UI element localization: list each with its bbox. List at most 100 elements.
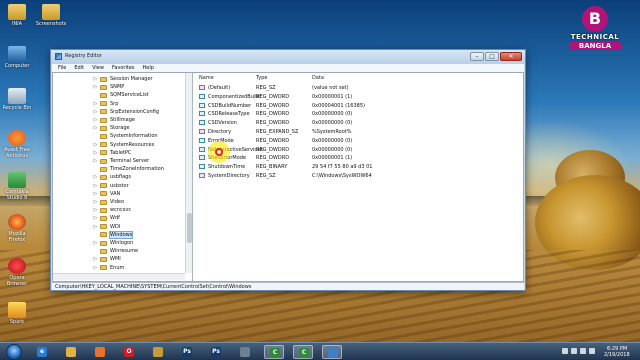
desktop-icon-inia[interactable]: INIA — [0, 4, 34, 27]
tree-item[interactable]: ▷ StillImage — [93, 116, 135, 124]
expand-arrow-icon[interactable]: ▷ — [93, 224, 98, 230]
value-row[interactable]: ShutdownTime REG_BINARY 29 54 f7 55 80 a9 … — [194, 163, 523, 171]
tree-item[interactable]: ▷ TabletPC — [93, 149, 132, 157]
desktop-icon-spark[interactable]: Spark — [0, 302, 34, 325]
menu-favorites[interactable]: Favorites — [108, 65, 139, 71]
tree-item[interactable]: SQMServiceList — [93, 91, 149, 99]
tree-item[interactable]: ▷ wcncsvc — [93, 206, 132, 214]
tree-horizontal-scrollbar[interactable] — [53, 273, 185, 280]
tree-item-label: Winlogon — [110, 240, 134, 246]
tree-item[interactable]: SystemInformation — [93, 132, 158, 140]
taskbar-app-internet-explorer[interactable]: e — [32, 345, 52, 359]
minimize-button[interactable]: – — [470, 52, 484, 61]
taskbar-app-regedit[interactable] — [322, 345, 342, 359]
tree-item[interactable]: ▷ Video — [93, 198, 124, 206]
menu-file[interactable]: File — [54, 65, 70, 71]
expand-arrow-icon[interactable]: ▷ — [93, 109, 98, 115]
expand-arrow-icon[interactable]: ▷ — [93, 117, 98, 123]
value-row[interactable]: NoInteractiveServices REG_DWORD 0x00000000… — [194, 146, 523, 154]
taskbar-app-opera[interactable]: O — [119, 345, 139, 359]
taskbar-app-firefox[interactable] — [90, 345, 110, 359]
expand-arrow-icon[interactable]: ▷ — [93, 101, 98, 107]
value-type: REG_DWORD — [256, 120, 290, 127]
expand-arrow-icon[interactable]: ▷ — [93, 199, 98, 205]
tree-vertical-scrollbar[interactable] — [185, 73, 192, 273]
value-row[interactable]: CSDBuildNumber REG_DWORD 0x00004001 (16385… — [194, 102, 523, 110]
tree-item[interactable]: ▷ SystemResources — [93, 141, 155, 149]
column-header-type[interactable]: Type — [256, 75, 267, 81]
tree-item[interactable]: ▷ Storage — [93, 124, 130, 132]
tree-item[interactable]: ▷ Enum — [93, 264, 125, 272]
tree-item[interactable]: ▷ SrpExtensionConfig — [93, 108, 159, 116]
tree-item[interactable]: ▷ Session Manager — [93, 75, 153, 83]
tree-item[interactable]: Winresume — [93, 247, 138, 255]
expand-arrow-icon[interactable]: ▷ — [93, 215, 98, 221]
desktop-icon-opera[interactable]: Opera Browser — [0, 258, 34, 287]
expand-arrow-icon[interactable]: ▷ — [93, 191, 98, 197]
desktop-icon-screenshots[interactable]: Screenshots — [34, 4, 68, 27]
tree-item[interactable]: ▷ SNMP — [93, 83, 125, 91]
value-row[interactable]: SystemDirectory REG_SZ C:\Windows\SysWOW64 — [194, 172, 523, 180]
expand-arrow-icon[interactable]: ▷ — [93, 150, 98, 156]
expand-arrow-icon[interactable]: ▷ — [93, 142, 98, 148]
maximize-button[interactable]: □ — [485, 52, 499, 61]
value-row[interactable]: ComponentizedBuild REG_DWORD 0x00000001 (1… — [194, 93, 523, 101]
expand-arrow-icon[interactable]: ▷ — [93, 76, 98, 82]
taskbar-app-camtasia-1[interactable]: C — [264, 345, 284, 359]
tree-item[interactable]: ▷ Srp — [93, 100, 119, 108]
expand-arrow-icon[interactable]: ▷ — [93, 256, 98, 262]
desktop-icon-recycle-bin[interactable]: Recycle Bin — [0, 88, 34, 111]
tree-scroll-thumb[interactable] — [187, 213, 192, 243]
desktop-icon-avast[interactable]: Avast Free Antivirus — [0, 130, 34, 159]
menu-view[interactable]: View — [88, 65, 108, 71]
desktop-icon-camtasia[interactable]: Camtasia Studio 8 — [0, 172, 34, 201]
value-row[interactable]: CSDVersion REG_DWORD 0x00000000 (0) — [194, 119, 523, 127]
folder-icon — [100, 183, 107, 189]
value-type: REG_DWORD — [256, 146, 290, 153]
tree-item[interactable]: TimeZoneInformation — [93, 165, 164, 173]
menu-help[interactable]: Help — [139, 65, 158, 71]
desktop-icon-computer[interactable]: Computer — [0, 46, 34, 69]
tree-item[interactable]: ▷ WMI — [93, 255, 121, 263]
taskbar-app-camtasia-2[interactable]: C — [293, 345, 313, 359]
tree-item[interactable]: ▷ Wdf — [93, 214, 120, 222]
value-row[interactable]: Directory REG_EXPAND_SZ %SystemRoot% — [194, 128, 523, 136]
volume-icon[interactable] — [580, 348, 586, 354]
tree-item[interactable]: ▷ Winlogon — [93, 239, 134, 247]
network-icon[interactable] — [571, 348, 577, 354]
expand-arrow-icon[interactable]: ▷ — [93, 84, 98, 90]
expand-arrow-icon[interactable]: ▷ — [93, 183, 98, 189]
column-header-data[interactable]: Data — [312, 75, 324, 81]
flag-icon[interactable] — [589, 348, 595, 354]
expand-arrow-icon[interactable]: ▷ — [93, 125, 98, 131]
tree-item[interactable]: ▷ usbflags — [93, 173, 131, 181]
expand-arrow-icon[interactable]: ▷ — [93, 207, 98, 213]
taskbar-app-photoshop-2[interactable]: Ps — [206, 345, 226, 359]
cursor-icon — [215, 148, 223, 156]
tree-item[interactable]: ▷ VAN — [93, 190, 121, 198]
tree-item[interactable]: ▷ usbstor — [93, 182, 129, 190]
value-row[interactable]: ShellErrorModeREG_DWORD0x00000001 (1) — [194, 154, 523, 162]
taskbar-app-file-explorer[interactable] — [61, 345, 81, 359]
start-button[interactable] — [6, 344, 22, 360]
tree-item[interactable]: Windows — [93, 230, 134, 239]
value-row[interactable]: (Default) REG_SZ (value not set) — [194, 84, 523, 92]
desktop-icon-firefox[interactable]: Mozilla Firefox — [0, 214, 34, 243]
expand-arrow-icon[interactable]: ▷ — [93, 158, 98, 164]
column-header-name[interactable]: Name — [199, 75, 214, 81]
tree-item[interactable]: ▷ WDI — [93, 223, 121, 231]
close-button[interactable]: ✕ — [500, 52, 522, 61]
value-row[interactable]: CSDReleaseType REG_DWORD 0x00000000 (0) — [194, 110, 523, 118]
clock-date[interactable]: 2/19/2018 — [604, 352, 630, 358]
expand-arrow-icon[interactable]: ▷ — [93, 174, 98, 180]
taskbar-app-tools[interactable] — [148, 345, 168, 359]
value-row[interactable]: ErrorModeREG_DWORD0x00000000 (0) — [194, 137, 523, 145]
menu-edit[interactable]: Edit — [70, 65, 88, 71]
taskbar-app-photoshop-1[interactable]: Ps — [177, 345, 197, 359]
title-bar[interactable]: Registry Editor – □ ✕ — [51, 50, 525, 64]
taskbar-app-explorer-window[interactable] — [235, 345, 255, 359]
tray-arrow-icon[interactable] — [562, 348, 568, 354]
expand-arrow-icon[interactable]: ▷ — [93, 240, 98, 246]
tree-item[interactable]: ▷ Terminal Server — [93, 157, 150, 165]
expand-arrow-icon[interactable]: ▷ — [93, 265, 98, 271]
